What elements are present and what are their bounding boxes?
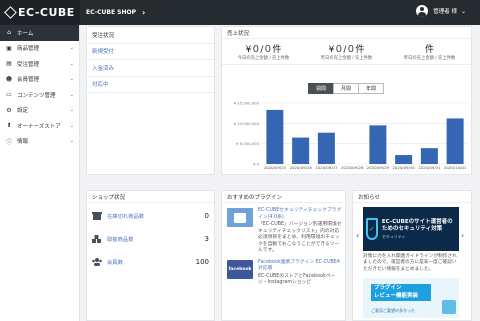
- facebook-plugin-thumbnail: facebook: [227, 259, 253, 279]
- sales-stats: ¥０/０件 今日の売上金額 / 売上件数 ¥０/０件 昨日の売上金額 / 売上件…: [222, 39, 471, 65]
- bar: [317, 132, 335, 164]
- x-tick-label: 2020/09/30: [392, 165, 415, 170]
- tab-yearly[interactable]: 年間: [358, 83, 384, 94]
- bar: [395, 155, 413, 164]
- cart-icon: ▤: [6, 60, 12, 68]
- users-icon: ☻: [5, 75, 13, 83]
- chevron-down-icon: ⌄: [69, 122, 74, 129]
- x-tick-label: 2020/09/25: [264, 165, 287, 170]
- logo[interactable]: EC-CUBE: [0, 0, 80, 25]
- sidebar-item-label: 受注管理: [17, 61, 40, 68]
- chevron-down-icon: ⌄: [69, 138, 74, 145]
- shield-icon: ✓: [366, 218, 378, 240]
- tab-monthly[interactable]: 月間: [333, 83, 359, 94]
- x-tick-label: 2020/09/28: [341, 165, 364, 170]
- illustration-icon: [442, 300, 456, 315]
- sidebar-item-6[interactable]: ⬆ オーナーズストア ⌄: [0, 118, 79, 134]
- sidebar-item-2[interactable]: ▤ 受注管理 ⌄: [0, 56, 79, 72]
- order-processing-link[interactable]: 対応中: [87, 77, 214, 93]
- stat-yesterday: ¥０/０件 昨日の売上金額 / 売上件数: [320, 45, 373, 61]
- y-tick-label: ¥ 5,000,000: [236, 141, 260, 146]
- sidebar-item-label: オーナーズストア: [17, 123, 61, 130]
- x-tick-label: 2020/09/29: [367, 165, 390, 170]
- sidebar-item-0[interactable]: ⌂ ホーム: [0, 25, 79, 41]
- y-tick-label: ¥ 15,000,000: [234, 101, 260, 106]
- shop-status-title: ショップ状況: [87, 191, 214, 203]
- sidebar-item-label: 設定: [17, 108, 29, 115]
- sales-status-title: 売上状況: [222, 27, 471, 39]
- x-tick-label: 2020/09/26: [289, 165, 312, 170]
- people-icon: [92, 257, 102, 266]
- sidebar-item-1[interactable]: ▣ 商品管理 ⌄: [0, 41, 79, 57]
- chevron-down-icon: ⌄: [69, 107, 74, 114]
- user-menu[interactable]: 管理者 様 ⌄: [416, 5, 466, 17]
- news-carousel: ‹ ✓ EC-CUBEのサイト運営者のためのセキュリティ対策 セキュリティ 対策…: [353, 203, 471, 319]
- content-icon: ▭: [6, 91, 12, 99]
- chevron-down-icon: ⌄: [460, 7, 466, 15]
- sidebar-item-label: 情報: [17, 139, 29, 146]
- home-icon: ⌂: [7, 29, 11, 37]
- sidebar-item-7[interactable]: ⓘ 情報 ⌄: [0, 134, 79, 150]
- security-plugin-thumbnail: [227, 208, 253, 227]
- carousel-next-icon[interactable]: ›: [461, 231, 468, 240]
- x-tick-label: 2020/09/31: [418, 165, 441, 170]
- order-status-title: 受注状況: [87, 27, 214, 44]
- stat-today: ¥０/０件 今日の売上金額 / 売上件数: [237, 45, 290, 61]
- news-card: お知らせ ‹ ✓ EC-CUBEのサイト運営者のためのセキュリティ対策 セキュリ…: [352, 190, 472, 321]
- plugin-item[interactable]: EC-CUBEセキュリティチェックプラグイン(4.0系) 「EC-CUBE」バー…: [222, 203, 345, 255]
- bar: [446, 118, 464, 164]
- news-title: お知らせ: [353, 191, 471, 203]
- y-tick-label: ¥ 0: [253, 162, 260, 167]
- security-banner[interactable]: ✓ EC-CUBEのサイト運営者のためのセキュリティ対策 セキュリティ: [363, 207, 459, 251]
- top-bar: EC-CUBE EC-CUBE SHOP › 管理者 様 ⌄: [0, 0, 480, 25]
- news-description: 対策に力を入れ関連ガイドラインが制作されましたので、運営者の方に是非一度ご確認い…: [363, 254, 457, 272]
- y-tick-label: ¥ 10,000,000: [234, 121, 260, 126]
- sidebar-item-label: 商品管理: [17, 46, 40, 53]
- sidebar-item-4[interactable]: ▭ コンテンツ管理 ⌄: [0, 87, 79, 103]
- x-tick-label: 2020/10/01: [444, 165, 467, 170]
- store-icon: ⬆: [6, 122, 12, 130]
- shop-name-link[interactable]: EC-CUBE SHOP ›: [86, 8, 145, 17]
- sidebar-item-5[interactable]: ⚙ 設定 ⌄: [0, 103, 79, 119]
- chevron-right-icon: ›: [142, 8, 146, 17]
- stat-month: 件 昨日の売上金額 / 売上件数: [403, 45, 456, 61]
- order-paid-link[interactable]: 入金済み: [87, 60, 214, 77]
- recommended-plugins-card: おすすめのプラグイン EC-CUBEセキュリティチェックプラグイン(4.0系) …: [221, 190, 346, 321]
- period-tabs: 週間 月間 年間: [308, 83, 384, 94]
- carousel-prev-icon[interactable]: ‹: [356, 231, 363, 240]
- sales-status-card: 売上状況 ¥０/０件 今日の売上金額 / 売上件数 ¥０/０件 昨日の売上金額 …: [221, 26, 472, 175]
- cube-logo-icon: [4, 6, 17, 19]
- product-count-row[interactable]: 取扱商品数 3: [87, 228, 214, 249]
- tab-weekly[interactable]: 週間: [308, 83, 334, 94]
- sidebar-item-label: 会員管理: [17, 77, 40, 84]
- member-count-row[interactable]: 会員数 100: [87, 251, 214, 272]
- sidebar: ⌂ ホーム ▣ 商品管理 ⌄ ▤ 受注管理 ⌄ ☻ 会員管理 ⌄ ▭ コンテンツ管理 ⌄ ⚙ 設定 ⌄ ⬆ オーナー…: [0, 25, 80, 321]
- box-icon: [92, 211, 102, 220]
- chevron-down-icon: ⌄: [69, 45, 74, 52]
- chevron-down-icon: ⌄: [69, 76, 74, 83]
- bar: [292, 137, 310, 164]
- bar: [369, 125, 387, 164]
- sales-bar-chart: ¥ 15,000,000 ¥ 10,000,000 ¥ 5,000,000 ¥ 0 20…: [234, 101, 468, 170]
- x-tick-label: 2020/09/27: [315, 165, 338, 170]
- cubes-icon: [92, 234, 102, 243]
- gear-icon: ⚙: [6, 106, 12, 114]
- bar: [266, 109, 284, 164]
- cube-icon: ▣: [6, 44, 12, 52]
- shop-status-card: ショップ状況 在庫切れ商品数 0 取扱商品数 3 会員数 100: [86, 190, 215, 321]
- order-new-link[interactable]: 新規受付: [87, 44, 214, 60]
- sidebar-item-3[interactable]: ☻ 会員管理 ⌄: [0, 72, 79, 88]
- stock-out-row[interactable]: 在庫切れ商品数 0: [87, 205, 214, 226]
- plugins-title: おすすめのプラグイン: [222, 191, 345, 203]
- plugin-item[interactable]: facebook Facebook連携プラグイン EC-CUBE4対応版 EC-…: [222, 255, 345, 287]
- sidebar-item-label: ホーム: [17, 30, 34, 37]
- order-status-card: 受注状況 新規受付 入金済み 対応中: [86, 26, 215, 175]
- sidebar-item-label: コンテンツ管理: [17, 92, 56, 99]
- plugin-review-banner[interactable]: プラグイン レビュー機能実装 ご意見ご要望の多かった: [363, 278, 459, 319]
- avatar-icon: [416, 5, 429, 17]
- chevron-down-icon: ⌄: [69, 60, 74, 67]
- info-icon: ⓘ: [5, 138, 12, 146]
- chevron-down-icon: ⌄: [69, 91, 74, 98]
- bar: [420, 148, 438, 164]
